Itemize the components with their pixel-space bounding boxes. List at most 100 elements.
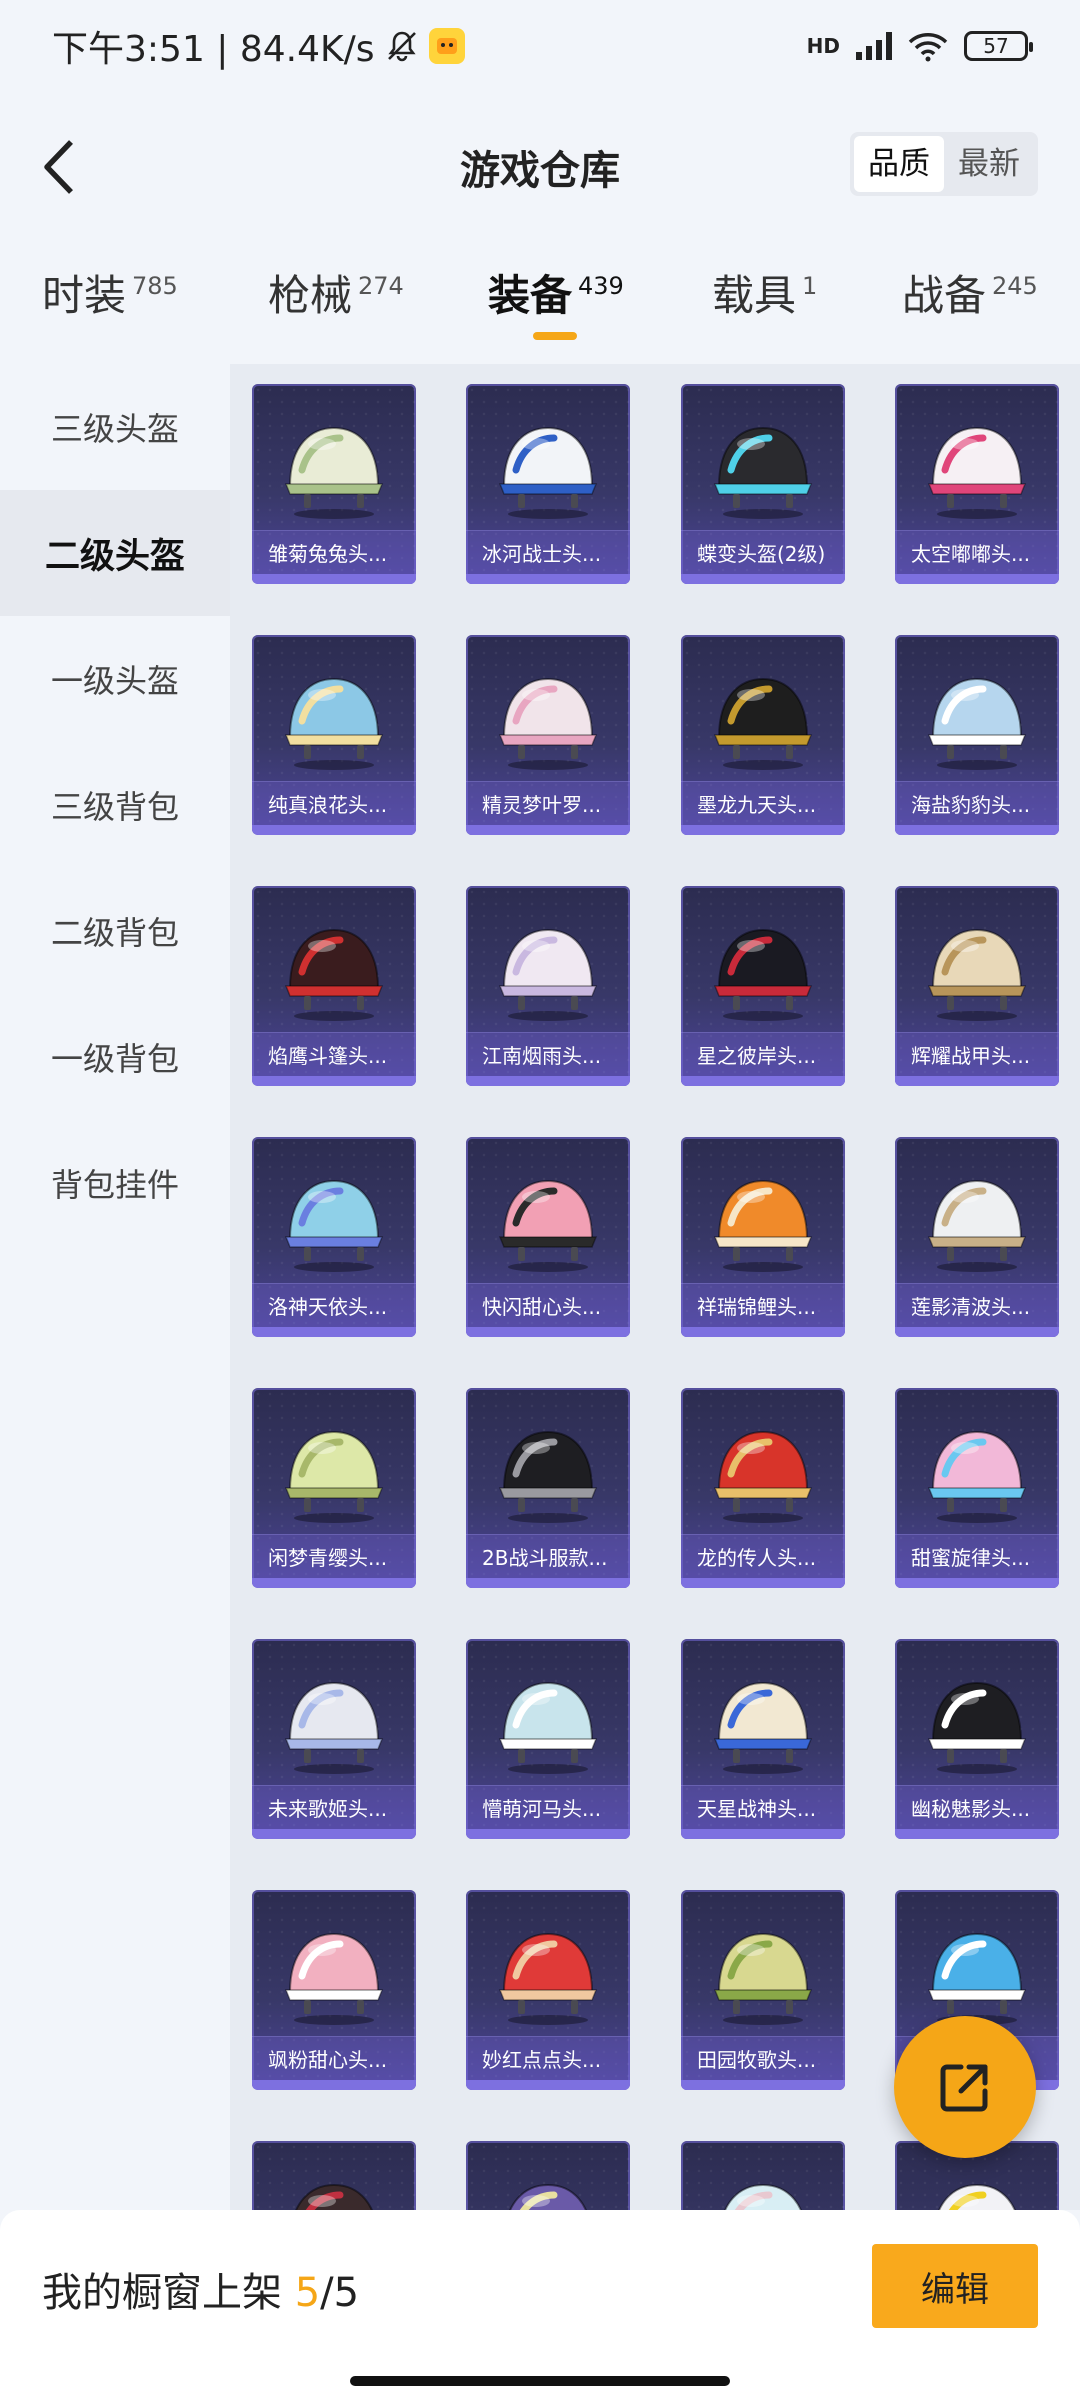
helmet-icon	[713, 677, 813, 770]
item-card[interactable]: 海盐豹豹头...	[895, 635, 1059, 835]
edit-button[interactable]: 编辑	[872, 2244, 1038, 2328]
sidebar-item-backpack-lv1[interactable]: 一级背包	[0, 994, 230, 1120]
item-card[interactable]: 江南烟雨头...	[466, 886, 630, 1086]
item-name: 太空嘟嘟头...	[895, 530, 1059, 574]
tab-label: 枪械	[268, 271, 353, 320]
tab-vehicles[interactable]: 载具 1	[712, 262, 817, 342]
helmet-icon	[724, 2183, 802, 2210]
rarity-bar	[895, 574, 1059, 584]
rarity-bar	[895, 825, 1059, 835]
item-name: 海盐豹豹头...	[895, 781, 1059, 825]
item-card[interactable]: 飒粉甜心头...	[252, 1890, 416, 2090]
item-card[interactable]: 洛神天依头...	[252, 1137, 416, 1337]
item-card[interactable]: 甜蜜旋律头...	[895, 1388, 1059, 1588]
item-card[interactable]: 蝶变头盔(2级)	[681, 384, 845, 584]
header: 游戏仓库 品质 最新	[0, 110, 1080, 220]
sort-quality[interactable]: 品质	[854, 136, 944, 192]
item-card[interactable]: 懵萌河马头...	[466, 1639, 630, 1839]
item-card[interactable]: 冰河战士头...	[466, 384, 630, 584]
rarity-bar	[466, 1327, 630, 1337]
back-button[interactable]	[28, 132, 88, 202]
item-name: 幽秘魅影头...	[895, 1785, 1059, 1829]
home-indicator	[350, 2376, 730, 2386]
helmet-icon	[284, 1932, 384, 2025]
item-card[interactable]: 雏菊兔兔头...	[252, 384, 416, 584]
tab-guns[interactable]: 枪械 274	[268, 262, 404, 342]
item-card[interactable]: 妙红点点头...	[466, 1890, 630, 2090]
item-card[interactable]: 快闪甜心头...	[466, 1137, 630, 1337]
rarity-bar	[895, 1829, 1059, 1839]
tab-fashion[interactable]: 时装 785	[42, 262, 178, 342]
showcase-label: 我的橱窗上架	[42, 2270, 282, 2316]
item-card[interactable]: 龙的传人头...	[681, 1388, 845, 1588]
item-name: 飒粉甜心头...	[252, 2036, 416, 2080]
item-name: 闲梦青缨头...	[252, 1534, 416, 1578]
share-button[interactable]	[894, 2016, 1036, 2158]
sort-newest[interactable]: 最新	[944, 136, 1034, 192]
item-name: 冰河战士头...	[466, 530, 630, 574]
item-card[interactable]: 星之彼岸头...	[681, 886, 845, 1086]
battery-indicator: 57	[964, 31, 1033, 61]
rarity-bar	[252, 2080, 416, 2090]
rarity-bar	[895, 1327, 1059, 1337]
sidebar-item-helmet-lv2[interactable]: 二级头盔	[0, 490, 230, 616]
helmet-icon	[284, 677, 384, 770]
helmet-icon	[927, 1430, 1027, 1523]
rarity-bar	[466, 1578, 630, 1588]
item-name: 江南烟雨头...	[466, 1032, 630, 1076]
helmet-icon	[498, 1179, 598, 1272]
status-time-speed: 下午3:51 | 84.4K/s	[52, 29, 375, 70]
item-card[interactable]: 幽秘魅影头...	[895, 1639, 1059, 1839]
item-name: 祥瑞锦鲤头...	[681, 1283, 845, 1327]
mute-icon	[385, 29, 419, 63]
item-card[interactable]	[252, 2141, 416, 2210]
item-name: 龙的传人头...	[681, 1534, 845, 1578]
sidebar-item-backpack-charm[interactable]: 背包挂件	[0, 1120, 230, 1246]
rarity-bar	[252, 1578, 416, 1588]
item-name: 田园牧歌头...	[681, 2036, 845, 2080]
item-card[interactable]: 辉耀战甲头...	[895, 886, 1059, 1086]
item-card[interactable]: 墨龙九天头...	[681, 635, 845, 835]
item-card[interactable]: 田园牧歌头...	[681, 1890, 845, 2090]
status-left: 下午3:51 | 84.4K/s	[52, 20, 465, 72]
helmet-icon	[284, 1179, 384, 1272]
helmet-icon	[713, 1430, 813, 1523]
item-card[interactable]: 闲梦青缨头...	[252, 1388, 416, 1588]
helmet-icon	[927, 677, 1027, 770]
sidebar-item-helmet-lv1[interactable]: 一级头盔	[0, 616, 230, 742]
item-card[interactable]: 纯真浪花头...	[252, 635, 416, 835]
tab-supplies[interactable]: 战备 245	[902, 262, 1038, 342]
item-card[interactable]: 2B战斗服款...	[466, 1388, 630, 1588]
tab-equipment[interactable]: 装备 439	[488, 262, 624, 342]
tab-count: 1	[802, 272, 818, 300]
item-card[interactable]: 天星战神头...	[681, 1639, 845, 1839]
sidebar-item-backpack-lv2[interactable]: 二级背包	[0, 868, 230, 994]
item-card[interactable]	[681, 2141, 845, 2210]
tab-count: 785	[132, 272, 178, 300]
category-tabs: 时装 785 枪械 274 装备 439 载具 1 战备 245	[0, 262, 1080, 342]
helmet-icon	[284, 1681, 384, 1774]
item-card[interactable]: 太空嘟嘟头...	[895, 384, 1059, 584]
tab-label: 战备	[902, 271, 987, 320]
item-card[interactable]: 未来歌姬头...	[252, 1639, 416, 1839]
helmet-icon	[498, 1430, 598, 1523]
helmet-icon	[295, 2183, 373, 2210]
item-name: 墨龙九天头...	[681, 781, 845, 825]
helmet-icon	[713, 1932, 813, 2025]
item-card[interactable]	[466, 2141, 630, 2210]
helmet-icon	[498, 928, 598, 1021]
item-grid: 雏菊兔兔头... 冰河战士头... 蝶变头盔(2级) 太空嘟嘟头... 纯真浪花头...…	[230, 364, 1080, 2210]
tab-label: 时装	[42, 271, 127, 320]
item-card[interactable]: 焰鹰斗篷头...	[252, 886, 416, 1086]
item-card[interactable]: 祥瑞锦鲤头...	[681, 1137, 845, 1337]
item-name: 辉耀战甲头...	[895, 1032, 1059, 1076]
chevron-left-icon	[44, 140, 73, 194]
item-card[interactable]: 莲影清波头...	[895, 1137, 1059, 1337]
helmet-icon	[713, 426, 813, 519]
tab-label: 载具	[712, 271, 797, 320]
helmet-icon	[927, 1179, 1027, 1272]
item-card[interactable]: 精灵梦叶罗...	[466, 635, 630, 835]
rarity-bar	[681, 1327, 845, 1337]
sidebar-item-helmet-lv3[interactable]: 三级头盔	[0, 364, 230, 490]
sidebar-item-backpack-lv3[interactable]: 三级背包	[0, 742, 230, 868]
